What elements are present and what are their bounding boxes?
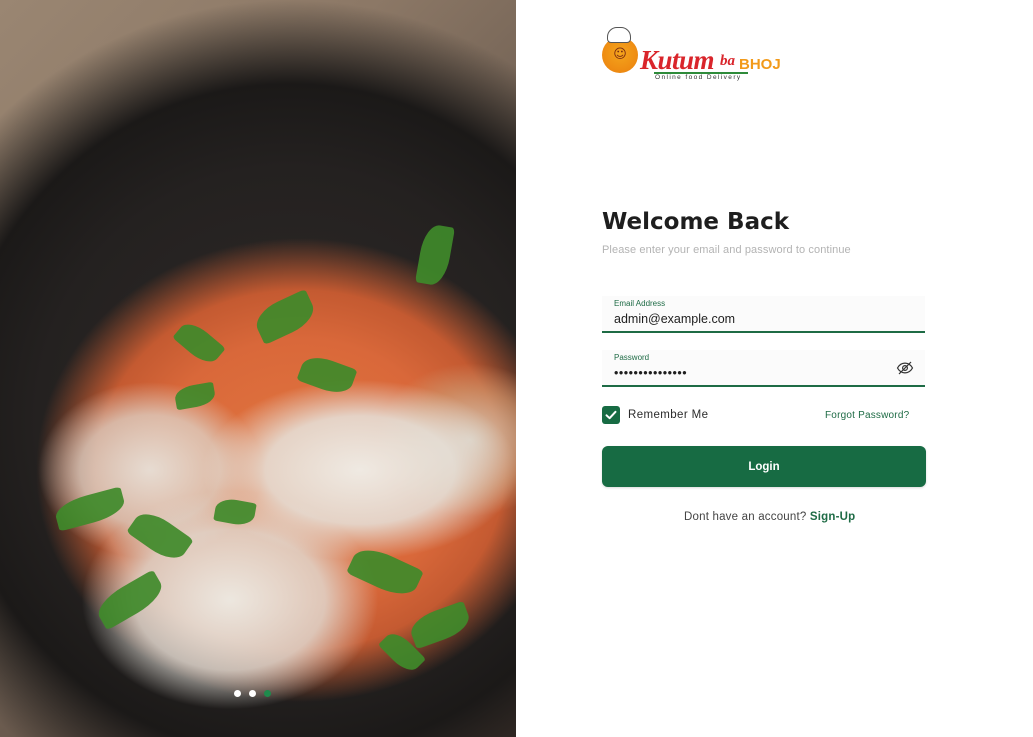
brand-tagline: Online food Delivery bbox=[655, 74, 742, 81]
email-field: Email Address bbox=[602, 296, 925, 333]
password-input[interactable] bbox=[614, 364, 884, 382]
page-title: Welcome Back bbox=[602, 209, 790, 235]
carousel-dots bbox=[234, 690, 271, 697]
carousel-dot-2[interactable] bbox=[249, 690, 256, 697]
email-label: Email Address bbox=[614, 299, 666, 308]
signup-prompt: Dont have an account? bbox=[684, 511, 807, 523]
signup-link[interactable]: Sign-Up bbox=[810, 511, 855, 523]
brand-logo: ☺ Kutum ba BHOJ Online food Delivery bbox=[602, 27, 782, 87]
password-label: Password bbox=[614, 353, 650, 362]
remember-me-label: Remember Me bbox=[628, 409, 709, 421]
hero-food-image bbox=[0, 0, 516, 737]
carousel-dot-1[interactable] bbox=[234, 690, 241, 697]
brand-name-ba: ba bbox=[720, 53, 735, 69]
remember-me-toggle[interactable]: Remember Me bbox=[602, 406, 708, 424]
forgot-password-link[interactable]: Forgot Password? bbox=[825, 410, 909, 421]
remember-me-checkbox[interactable] bbox=[602, 406, 620, 424]
eye-off-icon[interactable] bbox=[896, 359, 914, 377]
password-field: Password bbox=[602, 350, 925, 387]
page-subtitle: Please enter your email and password to … bbox=[602, 244, 851, 256]
checkmark-icon bbox=[605, 410, 617, 420]
carousel-dot-3[interactable] bbox=[264, 690, 271, 697]
email-input[interactable] bbox=[614, 310, 884, 328]
brand-name-bhoj: BHOJ bbox=[739, 56, 781, 73]
chef-hat-icon bbox=[607, 27, 631, 43]
login-button[interactable]: Login bbox=[602, 446, 926, 487]
